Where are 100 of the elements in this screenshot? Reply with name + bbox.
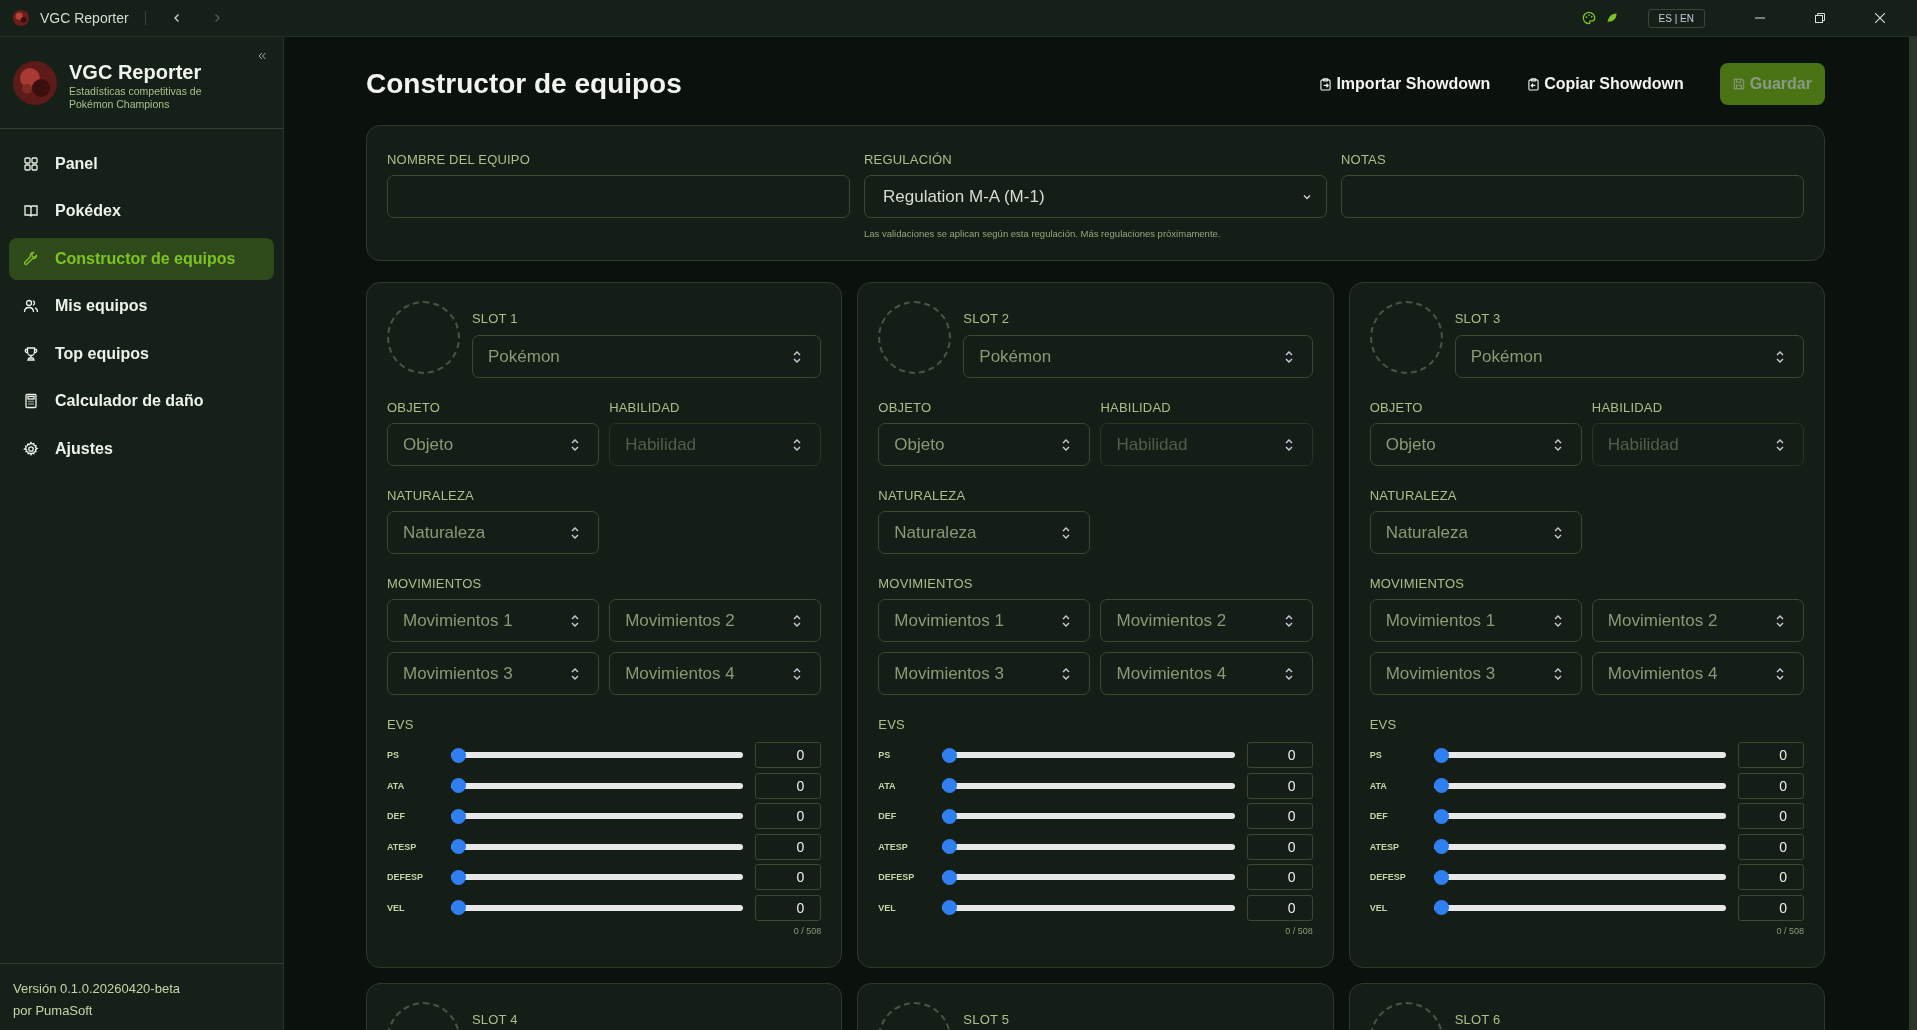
ev-slider[interactable] xyxy=(942,808,1235,825)
action-button[interactable]: Copiar Showdown xyxy=(1516,63,1696,105)
stat-label: DEFESP xyxy=(878,872,916,883)
nature-select[interactable]: Naturaleza xyxy=(1369,511,1582,554)
ev-slider[interactable] xyxy=(1433,899,1726,916)
up-down-chevron-icon xyxy=(1552,613,1563,628)
nav-item[interactable]: Pokédex xyxy=(9,190,274,232)
ev-slider[interactable] xyxy=(1433,869,1726,886)
nav-item[interactable]: Calculador de daño xyxy=(9,380,274,422)
up-down-chevron-icon xyxy=(1775,437,1785,452)
ev-input[interactable]: 0 xyxy=(1738,803,1804,830)
move-select[interactable]: Movimientos 3 xyxy=(1369,652,1582,695)
stat-label: ATA xyxy=(387,780,406,791)
stat-label: DEF xyxy=(878,811,898,822)
input-field[interactable] xyxy=(1341,175,1804,218)
ev-slider[interactable] xyxy=(1433,777,1726,794)
field-label: MOVIMIENTOS xyxy=(878,576,974,591)
language-button[interactable]: ES | EN xyxy=(1647,8,1705,28)
ev-slider[interactable] xyxy=(942,838,1235,855)
ev-input[interactable]: 0 xyxy=(1738,894,1804,921)
ev-slider[interactable] xyxy=(451,869,744,886)
nav-item[interactable]: Panel xyxy=(9,143,274,185)
ev-slider[interactable] xyxy=(451,808,744,825)
ev-slider[interactable] xyxy=(942,899,1235,916)
action-button[interactable]: Importar Showdown xyxy=(1308,63,1503,105)
ev-slider[interactable] xyxy=(942,777,1235,794)
move-select[interactable]: Movimientos 2 xyxy=(1100,599,1313,642)
move-select[interactable]: Movimientos 2 xyxy=(609,599,822,642)
palette-icon[interactable] xyxy=(1581,11,1596,25)
nature-select[interactable]: Naturaleza xyxy=(878,511,1091,554)
ev-input[interactable]: 0 xyxy=(1246,894,1313,921)
ev-input[interactable]: 0 xyxy=(1246,742,1313,768)
ev-slider[interactable] xyxy=(1433,747,1726,763)
field-label: EVS xyxy=(387,717,415,732)
stat-label: DEFESP xyxy=(387,872,424,883)
move-select[interactable]: Movimientos 2 xyxy=(1591,599,1804,642)
ev-slider[interactable] xyxy=(942,747,1235,763)
nav-item[interactable]: Constructor de equipos xyxy=(9,238,274,280)
pokemon-select[interactable]: Pokémon xyxy=(963,335,1313,378)
field-label: OBJETO xyxy=(878,400,933,415)
item-select[interactable]: Objeto xyxy=(1369,423,1582,466)
leaf-icon[interactable] xyxy=(1605,12,1618,24)
input-field[interactable] xyxy=(387,175,850,218)
close-icon[interactable] xyxy=(1875,13,1885,23)
up-down-chevron-icon xyxy=(1775,349,1785,364)
field-label: MOVIMIENTOS xyxy=(1369,576,1466,591)
ev-slider[interactable] xyxy=(451,838,744,855)
up-down-chevron-icon xyxy=(792,613,803,628)
ev-input[interactable]: 0 xyxy=(1738,742,1804,768)
move-select[interactable]: Movimientos 4 xyxy=(1591,652,1804,695)
field-label: NOTAS xyxy=(1341,152,1387,167)
up-down-chevron-icon xyxy=(1775,666,1785,681)
up-down-chevron-icon xyxy=(792,349,803,364)
ev-input[interactable]: 0 xyxy=(755,772,822,799)
move-select[interactable]: Movimientos 1 xyxy=(387,599,600,642)
stat-label: ATESP xyxy=(1369,841,1400,852)
move-select[interactable]: Movimientos 4 xyxy=(1100,652,1313,695)
ev-input[interactable]: 0 xyxy=(1246,864,1313,891)
ev-input[interactable]: 0 xyxy=(755,864,822,891)
nature-select[interactable]: Naturaleza xyxy=(387,511,600,554)
users-icon xyxy=(23,298,39,315)
version-text: Versión 0.1.0.20260420-beta xyxy=(13,980,181,998)
ev-slider[interactable] xyxy=(1433,838,1726,855)
move-select[interactable]: Movimientos 3 xyxy=(387,652,600,695)
item-select[interactable]: Objeto xyxy=(878,423,1091,466)
item-select[interactable]: Objeto xyxy=(387,423,600,466)
ev-slider[interactable] xyxy=(942,869,1235,886)
nav-item[interactable]: Mis equipos xyxy=(9,285,274,327)
slot-label: SLOT 1 xyxy=(472,311,519,326)
ev-slider[interactable] xyxy=(451,747,744,763)
maximize-icon[interactable] xyxy=(1815,13,1825,23)
pokemon-select[interactable]: Pokémon xyxy=(472,335,822,378)
move-select[interactable]: Movimientos 1 xyxy=(878,599,1091,642)
ev-input[interactable]: 0 xyxy=(1246,833,1313,860)
move-select[interactable]: Movimientos 4 xyxy=(609,652,822,695)
field-label: OBJETO xyxy=(387,400,441,415)
ev-slider[interactable] xyxy=(451,777,744,794)
ev-input[interactable]: 0 xyxy=(1738,772,1804,799)
ev-input[interactable]: 0 xyxy=(1738,833,1804,860)
ev-slider[interactable] xyxy=(1433,808,1726,825)
slot-label: SLOT 4 xyxy=(472,1012,519,1027)
ev-input[interactable]: 0 xyxy=(1246,772,1313,799)
ev-input[interactable]: 0 xyxy=(1738,864,1804,891)
move-select[interactable]: Movimientos 1 xyxy=(1369,599,1582,642)
regulation-select[interactable]: Regulation M-A (M-1) xyxy=(864,175,1327,218)
nav-item[interactable]: Top equipos xyxy=(9,333,274,375)
ev-input[interactable]: 0 xyxy=(755,742,822,768)
ev-input[interactable]: 0 xyxy=(755,803,822,830)
up-down-chevron-icon xyxy=(570,666,581,681)
slot-label: SLOT 3 xyxy=(1454,311,1502,326)
ev-slider[interactable] xyxy=(451,899,744,916)
nav-item[interactable]: Ajustes xyxy=(9,428,274,470)
move-select[interactable]: Movimientos 3 xyxy=(878,652,1091,695)
collapse-icon[interactable] xyxy=(257,51,267,61)
stat-label: DEFESP xyxy=(1369,872,1407,883)
ev-input[interactable]: 0 xyxy=(755,833,822,860)
pokemon-select[interactable]: Pokémon xyxy=(1454,335,1804,378)
ev-input[interactable]: 0 xyxy=(1246,803,1313,830)
grid-icon xyxy=(23,155,39,172)
ev-input[interactable]: 0 xyxy=(755,894,822,921)
